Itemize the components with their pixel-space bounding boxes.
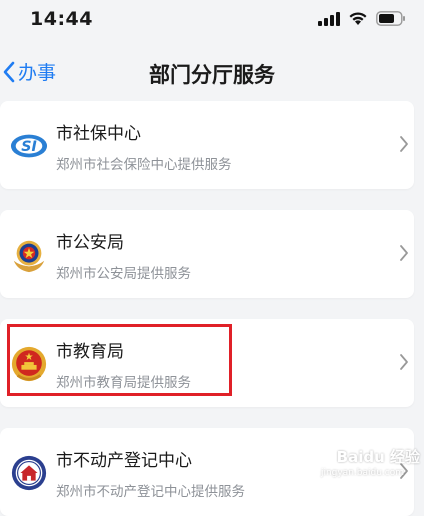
svg-text:SI: SI bbox=[21, 139, 37, 155]
service-provider: 郑州市社会保险中心提供服务 bbox=[56, 157, 232, 173]
wifi-icon bbox=[349, 12, 367, 25]
service-item-education[interactable]: 市教育局 郑州市教育局提供服务 bbox=[0, 319, 414, 407]
nav-bar: 办事 部门分厅服务 bbox=[0, 48, 424, 98]
cellular-signal-icon bbox=[318, 11, 340, 26]
police-badge-icon bbox=[13, 240, 45, 273]
service-provider: 郑州市不动产登记中心提供服务 bbox=[56, 484, 245, 500]
service-item-social-security[interactable]: SI 市社保中心 郑州市社会保险中心提供服务 bbox=[0, 101, 414, 189]
si-logo-icon: SI bbox=[10, 134, 48, 158]
service-name: 市公安局 bbox=[56, 233, 124, 253]
status-icons bbox=[318, 11, 406, 26]
national-emblem-icon bbox=[11, 346, 47, 382]
chevron-right-icon bbox=[400, 354, 408, 370]
service-name: 市不动产登记中心 bbox=[56, 451, 192, 471]
real-estate-seal-icon bbox=[11, 455, 47, 491]
baidu-watermark: Baidu 经验 bbox=[316, 446, 420, 467]
status-bar: 14:44 bbox=[0, 0, 424, 44]
service-name: 市社保中心 bbox=[56, 124, 141, 144]
chevron-right-icon bbox=[400, 136, 408, 152]
watermark-text: Baidu 经验 bbox=[336, 448, 420, 466]
service-item-police[interactable]: 市公安局 郑州市公安局提供服务 bbox=[0, 210, 414, 298]
battery-icon bbox=[376, 11, 405, 26]
paw-icon bbox=[317, 449, 333, 464]
service-provider: 郑州市公安局提供服务 bbox=[56, 266, 191, 282]
status-time: 14:44 bbox=[30, 8, 93, 30]
service-provider: 郑州市教育局提供服务 bbox=[56, 375, 191, 391]
service-name: 市教育局 bbox=[56, 342, 124, 362]
page-title: 部门分厅服务 bbox=[149, 63, 275, 87]
chevron-right-icon bbox=[400, 245, 408, 261]
watermark-url: jingyan.baidu.com bbox=[320, 468, 404, 478]
